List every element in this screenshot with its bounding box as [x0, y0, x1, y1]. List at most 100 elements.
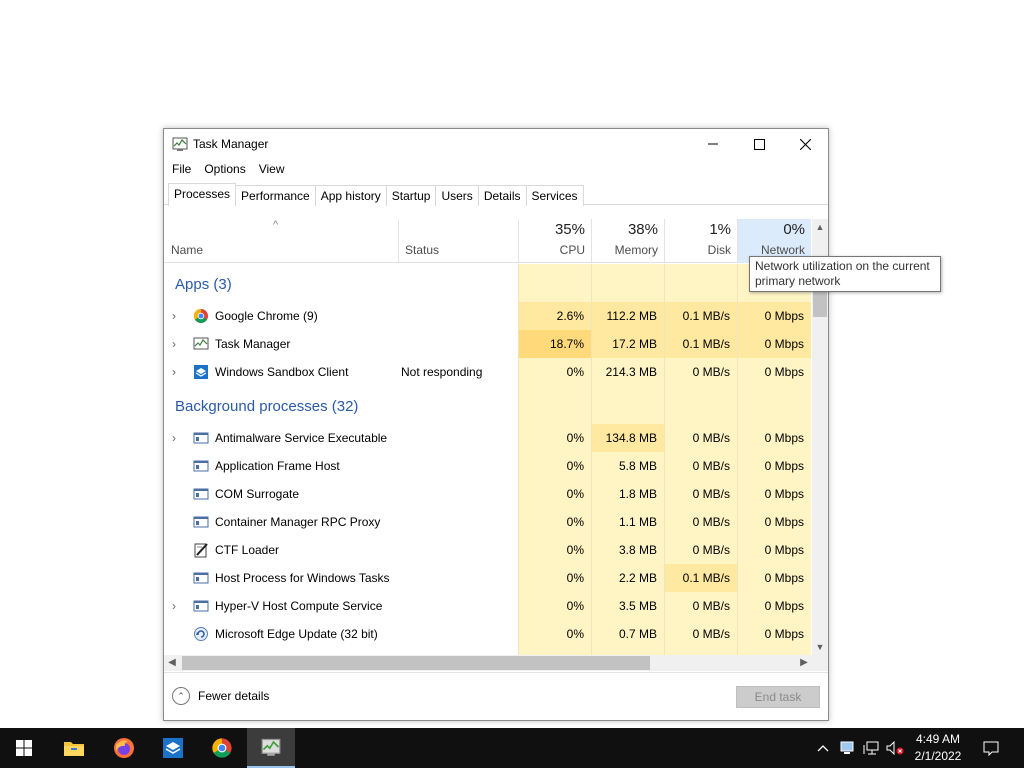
table-row[interactable]: Container Manager RPC Proxy 0% 1.1 MB 0 …	[164, 508, 812, 536]
expand-chevron-icon[interactable]: ›	[172, 365, 176, 379]
service-icon	[193, 488, 209, 500]
taskbar-task-manager[interactable]	[247, 728, 295, 768]
memory-cell: 0.7 MB	[618, 627, 657, 641]
expand-chevron-icon[interactable]: ›	[172, 337, 176, 351]
task-manager-icon	[193, 337, 209, 350]
volume-muted-icon	[886, 741, 904, 755]
column-memory[interactable]: 38% Memory	[592, 219, 664, 263]
table-row[interactable]: › Task Manager 18.7% 17.2 MB 0.1 MB/s 0 …	[164, 330, 812, 358]
service-icon	[193, 600, 209, 612]
vertical-scroll-thumb[interactable]	[813, 289, 827, 317]
taskbar-firefox[interactable]	[100, 728, 148, 768]
disk-cell: 0 MB/s	[692, 515, 730, 529]
maximize-button[interactable]	[736, 129, 782, 159]
disk-cell: 0 MB/s	[692, 487, 730, 501]
menu-view[interactable]: View	[259, 159, 292, 181]
group-header-background[interactable]: Background processes (32)	[175, 398, 358, 415]
show-hidden-icons-button[interactable]	[814, 728, 832, 768]
tab-services[interactable]: Services	[525, 185, 584, 206]
firefox-icon	[114, 738, 134, 758]
network-cell: 0 Mbps	[738, 330, 811, 358]
table-row[interactable]: Microsoft Edge Update (32 bit) 0% 0.7 MB…	[164, 620, 812, 648]
network-icon	[863, 741, 879, 755]
disk-cell: 0 MB/s	[692, 543, 730, 557]
tab-app-history[interactable]: App history	[314, 185, 387, 206]
expand-chevron-icon[interactable]: ›	[172, 431, 176, 445]
tab-users[interactable]: Users	[435, 185, 479, 206]
maximize-icon	[753, 138, 765, 150]
tray-volume[interactable]	[884, 728, 906, 768]
title-bar[interactable]: Task Manager	[164, 129, 828, 159]
close-button[interactable]	[782, 129, 828, 159]
network-total: 0%	[783, 221, 805, 238]
tray-network[interactable]	[861, 728, 881, 768]
network-cell: 0 Mbps	[764, 459, 804, 473]
taskbar-clock[interactable]: 4:49 AM 2/1/2022	[905, 731, 971, 765]
table-row[interactable]: › Google Chrome (9) 2.6% 112.2 MB 0.1 MB…	[164, 302, 812, 330]
expand-chevron-icon[interactable]: ›	[172, 599, 176, 613]
table-row[interactable]: Application Frame Host 0% 5.8 MB 0 MB/s …	[164, 452, 812, 480]
process-grid: ^ Name Status 35% CPU 38% Memory 1% Disk	[164, 219, 812, 656]
notification-icon	[983, 741, 999, 756]
column-name[interactable]: ^ Name	[164, 219, 398, 263]
network-cell: 0 Mbps	[764, 431, 804, 445]
process-name: COM Surrogate	[215, 487, 300, 501]
disk-cell: 0 MB/s	[692, 365, 730, 379]
minimize-button[interactable]	[690, 129, 736, 159]
process-name: Google Chrome (9)	[215, 309, 318, 323]
memory-cell: 214.3 MB	[605, 365, 657, 379]
expand-chevron-icon[interactable]: ›	[172, 309, 176, 323]
column-cpu[interactable]: 35% CPU	[519, 219, 591, 263]
tab-processes[interactable]: Processes	[168, 183, 237, 206]
scroll-down-icon[interactable]: ▼	[812, 639, 828, 655]
tab-strip: Processes Performance App history Startu…	[164, 183, 828, 206]
tab-details[interactable]: Details	[477, 185, 527, 206]
scroll-up-icon[interactable]: ▲	[812, 219, 828, 235]
process-list: Apps (3) › Google Chrome (9) 2.6% 112.2 …	[164, 264, 812, 656]
tray-hyperv[interactable]	[838, 728, 856, 768]
network-cell: 0 Mbps	[764, 515, 804, 529]
tab-performance[interactable]: Performance	[235, 185, 316, 206]
tab-startup[interactable]: Startup	[385, 185, 437, 206]
process-name: Antimalware Service Executable	[215, 431, 388, 445]
fewer-details-button[interactable]: ⌃ Fewer details	[172, 687, 269, 705]
horizontal-scrollbar[interactable]: ◀ ▶	[164, 655, 812, 671]
network-cell: 0 Mbps	[764, 571, 804, 585]
table-row[interactable]: › Windows Sandbox Client Not responding …	[164, 358, 812, 386]
menu-bar: File Options View	[164, 159, 828, 181]
taskbar-sandbox[interactable]	[149, 728, 197, 768]
taskbar-file-explorer[interactable]	[50, 728, 98, 768]
group-header-apps[interactable]: Apps (3)	[175, 276, 232, 293]
scrollbar-corner	[812, 655, 828, 671]
cpu-cell: 0%	[566, 431, 584, 445]
network-cell: 0 Mbps	[764, 599, 804, 613]
scroll-right-icon[interactable]: ▶	[796, 655, 812, 671]
table-row[interactable]: Host Process for Windows Tasks 0% 2.2 MB…	[164, 564, 812, 592]
table-row[interactable]: › Hyper-V Host Compute Service 0% 3.5 MB…	[164, 592, 812, 620]
chevron-up-icon: ⌃	[172, 687, 190, 705]
menu-options[interactable]: Options	[204, 159, 252, 181]
tooltip-line: primary network	[755, 274, 841, 288]
table-row[interactable]: CTF Loader 0% 3.8 MB 0 MB/s 0 Mbps	[164, 536, 812, 564]
cpu-cell: 2.6%	[519, 302, 591, 330]
table-row[interactable]: COM Surrogate 0% 1.8 MB 0 MB/s 0 Mbps	[164, 480, 812, 508]
menu-file[interactable]: File	[172, 159, 198, 181]
sandbox-icon	[194, 365, 208, 379]
column-status[interactable]: Status	[399, 219, 518, 263]
cpu-cell: 0%	[566, 543, 584, 557]
disk-cell: 0 MB/s	[692, 627, 730, 641]
chrome-icon	[194, 309, 208, 323]
end-task-button[interactable]: End task	[736, 686, 820, 708]
action-center-button[interactable]	[980, 728, 1002, 768]
process-name: Microsoft Edge Update (32 bit)	[215, 627, 378, 641]
table-row[interactable]: › Antimalware Service Executable 0% 134.…	[164, 424, 812, 452]
start-button[interactable]	[0, 728, 48, 768]
process-name: Container Manager RPC Proxy	[215, 515, 381, 529]
clock-date: 2/1/2022	[914, 749, 962, 763]
disk-cell: 0.1 MB/s	[665, 330, 737, 358]
column-disk[interactable]: 1% Disk	[665, 219, 737, 263]
taskbar-chrome[interactable]	[198, 728, 246, 768]
horizontal-scroll-thumb[interactable]	[182, 656, 650, 670]
column-disk-label: Disk	[707, 243, 731, 257]
scroll-left-icon[interactable]: ◀	[164, 655, 180, 671]
